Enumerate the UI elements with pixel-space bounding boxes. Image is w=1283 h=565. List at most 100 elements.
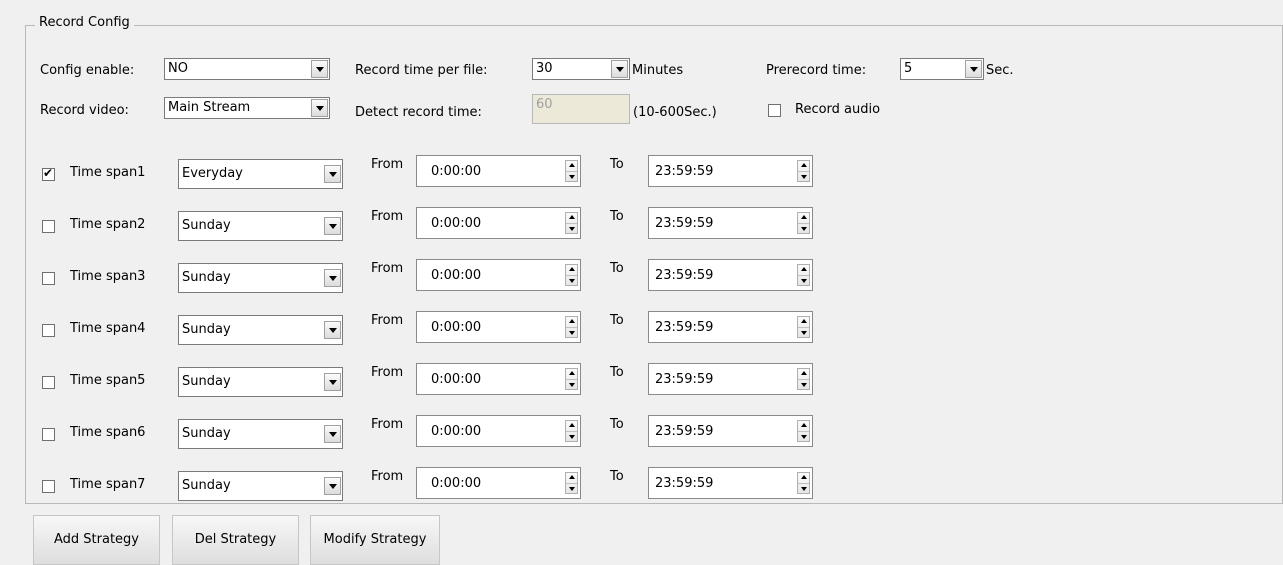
to-time-spinner[interactable]: 23:59:59 <box>648 311 813 343</box>
from-label: From <box>371 469 404 484</box>
prerecord-time-unit: Sec. <box>986 63 1014 78</box>
spin-arrows-icon[interactable] <box>565 368 578 390</box>
from-time-spinner[interactable]: 0:00:00 <box>416 207 581 239</box>
config-enable-select[interactable]: NO <box>164 58 330 80</box>
time-span-label: Time span7 <box>70 477 146 492</box>
from-time-value: 0:00:00 <box>431 320 482 335</box>
record-time-per-file-value: 30 <box>536 61 553 76</box>
add-strategy-button[interactable]: Add Strategy <box>33 515 160 565</box>
to-time-spinner[interactable]: 23:59:59 <box>648 259 813 291</box>
time-span-checkbox[interactable] <box>42 324 55 337</box>
spin-arrows-icon[interactable] <box>565 264 578 286</box>
time-span-checkbox[interactable] <box>42 166 55 181</box>
record-time-unit: Minutes <box>632 63 684 78</box>
time-span-day-select[interactable]: Sunday <box>178 419 343 449</box>
record-audio-checkbox[interactable] <box>768 104 781 117</box>
time-span-label: Time span1 <box>70 165 146 180</box>
from-time-spinner[interactable]: 0:00:00 <box>416 415 581 447</box>
from-time-value: 0:00:00 <box>431 424 482 439</box>
from-time-spinner[interactable]: 0:00:00 <box>416 467 581 499</box>
spin-arrows-icon[interactable] <box>565 212 578 234</box>
detect-record-time-value: 60 <box>536 97 553 112</box>
time-span-day-select[interactable]: Sunday <box>178 315 343 345</box>
to-time-spinner[interactable]: 23:59:59 <box>648 467 813 499</box>
to-time-spinner[interactable]: 23:59:59 <box>648 415 813 447</box>
to-time-value: 23:59:59 <box>655 164 714 179</box>
spin-arrows-icon[interactable] <box>565 420 578 442</box>
time-span-checkbox[interactable] <box>42 220 55 233</box>
time-span-day-select[interactable]: Sunday <box>178 471 343 501</box>
to-time-spinner[interactable]: 23:59:59 <box>648 155 813 187</box>
chevron-down-icon[interactable] <box>324 321 341 339</box>
modify-strategy-button[interactable]: Modify Strategy <box>310 515 440 565</box>
from-time-value: 0:00:00 <box>431 372 482 387</box>
chevron-down-icon[interactable] <box>324 477 341 495</box>
config-enable-label: Config enable: <box>40 63 135 78</box>
chevron-down-icon[interactable] <box>611 60 628 78</box>
chevron-down-icon[interactable] <box>965 60 982 78</box>
chevron-down-icon[interactable] <box>324 165 341 183</box>
from-label: From <box>371 157 404 172</box>
time-span-day-value: Sunday <box>182 270 231 285</box>
time-span-day-select[interactable]: Sunday <box>178 211 343 241</box>
time-span-day-select[interactable]: Sunday <box>178 263 343 293</box>
group-title: Record Config <box>35 15 134 30</box>
to-time-value: 23:59:59 <box>655 424 714 439</box>
to-label: To <box>610 313 624 328</box>
prerecord-time-value: 5 <box>904 61 913 76</box>
time-span-checkbox[interactable] <box>42 272 55 285</box>
chevron-down-icon[interactable] <box>324 425 341 443</box>
prerecord-time-label: Prerecord time: <box>766 63 867 78</box>
spin-arrows-icon[interactable] <box>565 472 578 494</box>
spin-arrows-icon[interactable] <box>797 316 810 338</box>
record-video-select[interactable]: Main Stream <box>164 97 330 119</box>
to-time-value: 23:59:59 <box>655 268 714 283</box>
to-label: To <box>610 469 624 484</box>
spin-arrows-icon[interactable] <box>797 368 810 390</box>
del-strategy-button[interactable]: Del Strategy <box>172 515 299 565</box>
to-time-value: 23:59:59 <box>655 476 714 491</box>
spin-arrows-icon[interactable] <box>797 264 810 286</box>
to-time-spinner[interactable]: 23:59:59 <box>648 363 813 395</box>
time-span-checkbox[interactable] <box>42 480 55 493</box>
spin-arrows-icon[interactable] <box>565 316 578 338</box>
time-span-checkbox[interactable] <box>42 428 55 441</box>
chevron-down-icon[interactable] <box>311 60 328 78</box>
spin-arrows-icon[interactable] <box>797 160 810 182</box>
chevron-down-icon[interactable] <box>324 373 341 391</box>
from-time-value: 0:00:00 <box>431 268 482 283</box>
time-span-day-select[interactable]: Sunday <box>178 367 343 397</box>
time-span-day-value: Sunday <box>182 478 231 493</box>
from-time-spinner[interactable]: 0:00:00 <box>416 155 581 187</box>
time-span-label: Time span6 <box>70 425 146 440</box>
to-label: To <box>610 261 624 276</box>
from-time-spinner[interactable]: 0:00:00 <box>416 311 581 343</box>
from-label: From <box>371 209 404 224</box>
to-time-value: 23:59:59 <box>655 320 714 335</box>
spin-arrows-icon[interactable] <box>565 160 578 182</box>
chevron-down-icon[interactable] <box>324 217 341 235</box>
chevron-down-icon[interactable] <box>324 269 341 287</box>
to-time-value: 23:59:59 <box>655 372 714 387</box>
to-time-value: 23:59:59 <box>655 216 714 231</box>
to-time-spinner[interactable]: 23:59:59 <box>648 207 813 239</box>
spin-arrows-icon[interactable] <box>797 472 810 494</box>
from-time-spinner[interactable]: 0:00:00 <box>416 363 581 395</box>
time-span-label: Time span2 <box>70 217 146 232</box>
prerecord-time-select[interactable]: 5 <box>900 58 984 80</box>
record-time-per-file-select[interactable]: 30 <box>532 58 630 80</box>
from-label: From <box>371 417 404 432</box>
from-time-spinner[interactable]: 0:00:00 <box>416 259 581 291</box>
from-label: From <box>371 261 404 276</box>
time-span-day-value: Sunday <box>182 426 231 441</box>
time-span-day-select[interactable]: Everyday <box>178 159 343 189</box>
chevron-down-icon[interactable] <box>311 99 328 117</box>
time-span-label: Time span4 <box>70 321 146 336</box>
from-label: From <box>371 313 404 328</box>
record-video-value: Main Stream <box>168 100 251 115</box>
spin-arrows-icon[interactable] <box>797 212 810 234</box>
detect-record-time-input[interactable]: 60 <box>532 94 630 124</box>
spin-arrows-icon[interactable] <box>797 420 810 442</box>
time-span-checkbox[interactable] <box>42 376 55 389</box>
to-label: To <box>610 417 624 432</box>
